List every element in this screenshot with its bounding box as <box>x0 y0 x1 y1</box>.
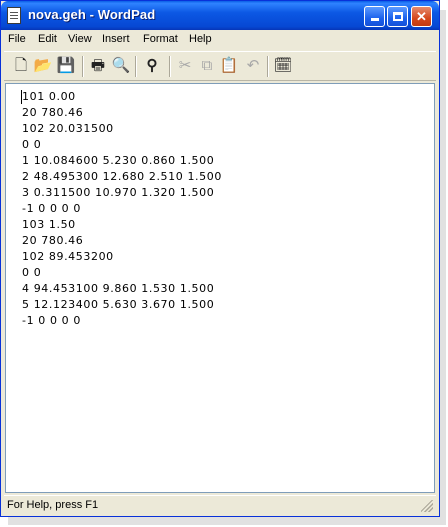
text-line: -1 0 0 0 0 <box>22 202 81 215</box>
status-bar: For Help, press F1 <box>4 495 436 514</box>
text-line: 1 10.084600 5.230 0.860 1.500 <box>22 154 215 167</box>
toolbar-separator <box>82 56 84 77</box>
close-icon: ✕ <box>416 9 427 24</box>
new-icon[interactable]: 🗋 <box>11 56 31 76</box>
maximize-button[interactable] <box>387 6 408 27</box>
open-icon[interactable]: 📂 <box>33 56 53 76</box>
toolbar-separator <box>169 56 171 77</box>
menu-edit[interactable]: Edit <box>38 33 57 45</box>
menu-help[interactable]: Help <box>189 33 212 45</box>
menu-insert[interactable]: Insert <box>102 33 130 45</box>
text-line: 20 780.46 <box>22 234 84 247</box>
find-icon[interactable]: ⚲ <box>142 56 162 76</box>
document-text: 101 0.00 20 780.46 102 20.031500 0 0 1 10.08… <box>22 89 222 329</box>
text-line: 102 20.031500 <box>22 122 114 135</box>
toolbar: 🗋 📂 💾 🖶 🔍 ⚲ ✂ ⧉ 📋 ↶ 🗓 <box>4 51 436 81</box>
menu-file[interactable]: File <box>8 33 26 45</box>
toolbar-separator <box>267 56 269 77</box>
resize-grip[interactable] <box>421 500 433 512</box>
print-icon[interactable]: 🖶 <box>88 56 108 76</box>
toolbar-separator <box>135 56 137 77</box>
menu-bar: File Edit View Insert Format Help <box>4 30 436 50</box>
save-icon[interactable]: 💾 <box>56 56 76 76</box>
status-text: For Help, press F1 <box>7 499 99 511</box>
text-line: 103 1.50 <box>22 218 76 231</box>
copy-icon[interactable]: ⧉ <box>197 56 217 76</box>
menu-format[interactable]: Format <box>143 33 178 45</box>
text-line: 2 48.495300 12.680 2.510 1.500 <box>22 170 222 183</box>
close-button[interactable]: ✕ <box>411 6 432 27</box>
document-area[interactable]: 101 0.00 20 780.46 102 20.031500 0 0 1 10.08… <box>5 83 435 493</box>
paste-icon[interactable]: 📋 <box>219 56 239 76</box>
text-line: 3 0.311500 10.970 1.320 1.500 <box>22 186 215 199</box>
title-bar[interactable]: nova.geh - WordPad ✕ <box>1 1 439 30</box>
text-line: -1 0 0 0 0 <box>22 314 81 327</box>
maximize-icon <box>392 12 403 21</box>
text-line: 20 780.46 <box>22 106 84 119</box>
minimize-button[interactable] <box>364 6 385 27</box>
text-line: 0 0 <box>22 266 42 279</box>
text-line: 101 0.00 <box>22 90 76 103</box>
text-line: 5 12.123400 5.630 3.670 1.500 <box>22 298 215 311</box>
window-title: nova.geh - WordPad <box>28 7 156 22</box>
wordpad-window: nova.geh - WordPad ✕ File Edit View Inse… <box>0 0 440 517</box>
text-line: 102 89.453200 <box>22 250 114 263</box>
text-line: 0 0 <box>22 138 42 151</box>
date-time-icon[interactable]: 🗓 <box>273 56 293 76</box>
menu-view[interactable]: View <box>68 33 92 45</box>
wordpad-document-icon[interactable] <box>7 7 21 24</box>
undo-icon[interactable]: ↶ <box>243 56 263 76</box>
text-line: 4 94.453100 9.860 1.530 1.500 <box>22 282 215 295</box>
minimize-icon <box>370 18 379 21</box>
print-preview-icon[interactable]: 🔍 <box>111 56 131 76</box>
cut-icon[interactable]: ✂ <box>175 56 195 76</box>
